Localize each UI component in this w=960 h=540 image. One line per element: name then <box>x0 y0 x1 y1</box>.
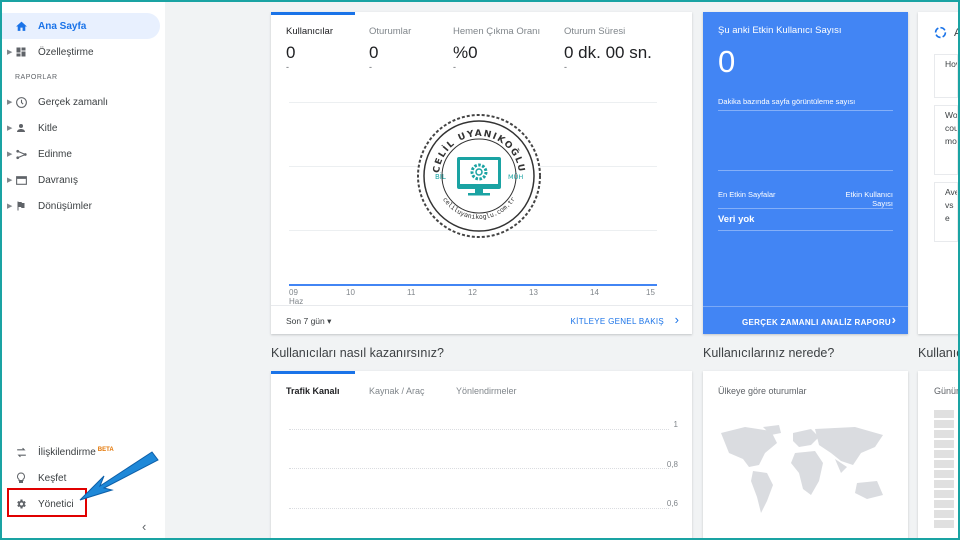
watermark-seal: CELİL UYANIKOĞLU celiluyanikoglu.com.tr … <box>417 114 541 238</box>
heatmap-cell <box>934 430 954 438</box>
heatmap-cell <box>934 500 954 508</box>
divider <box>718 110 893 111</box>
realtime-subtitle: Dakika bazında sayfa görüntüleme sayısı <box>718 97 856 106</box>
insight-item[interactable]: Wo cou mo <box>934 105 958 175</box>
chart-gridline <box>289 468 669 469</box>
chevron-right-icon[interactable]: › <box>675 312 679 327</box>
insight-item[interactable]: Hov <box>934 54 958 98</box>
chart-gridline <box>289 102 657 103</box>
acquisition-heading: Kullanıcıları nasıl kazanırsınız? <box>271 346 444 360</box>
metric-sessions[interactable]: Oturumlar 0 - <box>369 26 411 86</box>
card-footer: Son 7 gün ▾ KİTLEYE GENEL BAKIŞ › <box>271 305 692 334</box>
heatmap-cell <box>934 420 954 428</box>
heatmap-cell <box>934 440 954 448</box>
location-subtitle: Ülkeye göre oturumlar <box>718 386 807 396</box>
x-tick-label: 09 Haz <box>289 288 304 306</box>
divider <box>718 208 893 209</box>
dropdown-arrow-icon: ▾ <box>327 316 332 326</box>
collapse-sidebar-icon[interactable]: ‹ <box>142 519 146 534</box>
realtime-title: Şu anki Etkin Kullanıcı Sayısı <box>718 25 842 36</box>
home-icon <box>14 19 28 33</box>
x-tick-label: 10 <box>346 288 355 297</box>
metric-bounce-rate[interactable]: Hemen Çıkma Oranı %0 - <box>453 26 540 86</box>
heatmap-cell <box>934 490 954 498</box>
expand-caret-icon: ▶ <box>7 49 13 56</box>
behavior-window-icon <box>14 173 28 187</box>
heatmap-cell <box>934 520 954 528</box>
active-tab-indicator <box>271 371 355 374</box>
heatmap-cell <box>934 450 954 458</box>
divider <box>718 170 893 171</box>
top-pages-column-header: En Etkin Sayfalar <box>718 190 776 199</box>
heatmap-cell <box>934 510 954 518</box>
active-metric-indicator <box>271 12 355 15</box>
reports-section-title: RAPORLAR <box>15 74 58 81</box>
lightbulb-icon <box>14 471 28 485</box>
heatmap-cell <box>934 460 954 468</box>
metric-users[interactable]: Kullanıcılar 0 - <box>286 26 333 86</box>
person-icon <box>14 121 28 135</box>
flag-icon <box>14 199 28 213</box>
x-tick-label: 15 <box>646 288 655 297</box>
expand-caret-icon: ▶ <box>7 125 13 132</box>
realtime-card: Şu anki Etkin Kullanıcı Sayısı 0 Dakika … <box>703 12 908 334</box>
metric-session-duration[interactable]: Oturum Süresi 0 dk. 00 sn. - <box>564 26 652 86</box>
expand-caret-icon: ▶ <box>7 99 13 106</box>
insight-item[interactable]: Ave vs e <box>934 182 958 242</box>
date-range-dropdown[interactable]: Son 7 gün ▾ <box>286 316 331 327</box>
heatmap-cell <box>934 470 954 478</box>
sidebar-item-behavior[interactable]: ▶ Davranış <box>2 167 160 193</box>
insights-title: A <box>954 27 960 39</box>
location-heading: Kullanıcılarınız nerede? <box>703 346 835 360</box>
sidebar-item-realtime[interactable]: ▶ Gerçek zamanlı <box>2 89 160 115</box>
insights-icon <box>934 26 947 39</box>
time-heading: Kullanıcı <box>918 346 960 360</box>
pointer-arrow-icon <box>79 451 159 501</box>
expand-caret-icon: ▶ <box>7 151 13 158</box>
world-map <box>721 425 883 513</box>
attribution-arrows-icon <box>14 445 28 459</box>
tab-referrals[interactable]: Yönlendirmeler <box>456 386 517 396</box>
x-tick-label: 13 <box>529 288 538 297</box>
dashboard-grid-icon <box>14 45 28 59</box>
no-data-text: Veri yok <box>718 214 755 225</box>
admin-highlight-box <box>7 488 87 517</box>
heatmap-cell <box>934 410 954 418</box>
location-card: Ülkeye göre oturumlar <box>703 371 908 540</box>
y-tick-label: 1 <box>673 420 678 429</box>
realtime-report-link[interactable]: GERÇEK ZAMANLI ANALİZ RAPORU <box>742 318 891 327</box>
acquisition-branch-icon <box>14 147 28 161</box>
sidebar-item-conversions[interactable]: ▶ Dönüşümler <box>2 193 160 219</box>
x-tick-label: 12 <box>468 288 477 297</box>
active-users-column-header: Etkin Kullanıcı Sayısı <box>845 190 893 208</box>
realtime-active-users: 0 <box>718 44 736 79</box>
sidebar-item-audience[interactable]: ▶ Kitle <box>2 115 160 141</box>
chart-gridline <box>289 429 669 430</box>
x-tick-label: 14 <box>590 288 599 297</box>
y-tick-label: 0,6 <box>666 499 678 508</box>
clock-icon <box>14 95 28 109</box>
sidebar-item-customize[interactable]: ▶ Özelleştirme <box>2 39 160 65</box>
audience-overview-link[interactable]: KİTLEYE GENEL BAKIŞ <box>571 317 664 326</box>
sidebar-item-acquisition[interactable]: ▶ Edinme <box>2 141 160 167</box>
chart-gridline <box>289 508 669 509</box>
sidebar-item-home[interactable]: Ana Sayfa <box>2 13 160 39</box>
heatmap-cell <box>934 480 954 488</box>
tab-traffic-channel[interactable]: Trafik Kanalı <box>286 386 340 396</box>
users-line-series <box>289 284 657 286</box>
tab-source-medium[interactable]: Kaynak / Araç <box>369 386 425 396</box>
divider <box>718 230 893 231</box>
time-subtitle: Günün <box>934 386 960 396</box>
seal-right-text: MÜH <box>508 172 523 181</box>
expand-caret-icon: ▶ <box>7 177 13 184</box>
acquisition-card: Trafik Kanalı Kaynak / Araç Yönlendirmel… <box>271 371 692 540</box>
x-tick-label: 11 <box>407 288 416 297</box>
expand-caret-icon: ▶ <box>7 203 13 210</box>
chevron-right-icon[interactable]: › <box>892 312 896 327</box>
seal-left-text: BİL <box>435 172 446 181</box>
y-tick-label: 0,8 <box>666 460 678 469</box>
